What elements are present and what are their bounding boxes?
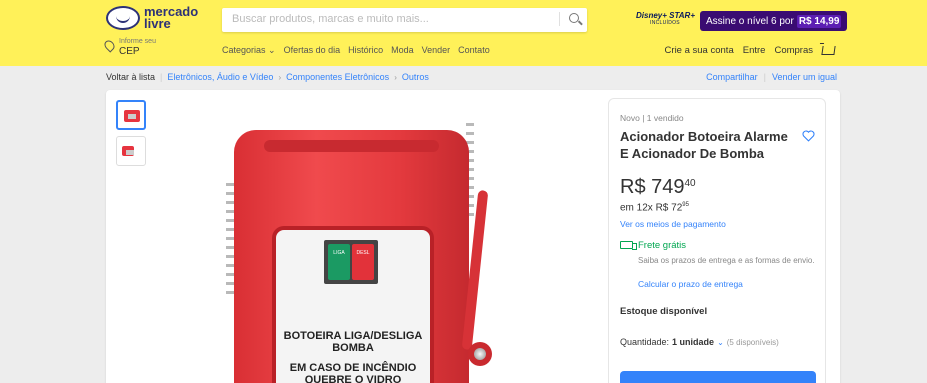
purchases-link[interactable]: Compras bbox=[774, 45, 813, 56]
promo-text: Assine o nível 6 por bbox=[706, 15, 794, 27]
logo-line2: livre bbox=[144, 16, 171, 31]
gallery-thumbnail[interactable] bbox=[116, 100, 146, 130]
price-cents: 40 bbox=[684, 178, 696, 189]
nav-contact[interactable]: Contato bbox=[458, 45, 490, 56]
quantity-label: Quantidade: bbox=[620, 337, 670, 347]
desl-button: DESL bbox=[352, 244, 374, 280]
liga-button: LIGA bbox=[328, 244, 350, 280]
search-input[interactable] bbox=[232, 13, 552, 25]
header: mercado livre Disney+ STAR+ INCLUÍDOS As… bbox=[0, 0, 927, 66]
breadcrumb-item[interactable]: Outros bbox=[402, 72, 429, 82]
quantity-available: (5 disponíveis) bbox=[726, 337, 779, 347]
shipping-description: Saiba os prazos de entrega e as formas d… bbox=[638, 256, 815, 265]
search-bar bbox=[222, 8, 587, 32]
installments: em 12x R$ 7295 bbox=[620, 202, 689, 213]
location-hint: Informe seu bbox=[119, 38, 156, 45]
product-main-image[interactable]: LIGA DESL BOTOEIRA LIGA/DESLIGA BOMBA EM… bbox=[226, 120, 516, 383]
truck-icon bbox=[620, 241, 637, 250]
label-line: EM CASO DE INCÊNDIO bbox=[289, 362, 417, 374]
disney-star-logo: Disney+ STAR+ bbox=[636, 11, 695, 20]
condition-sold: Novo | 1 vendido bbox=[620, 113, 684, 123]
free-shipping-label: Frete grátis bbox=[638, 240, 687, 251]
handshake-icon bbox=[106, 6, 140, 30]
mercado-livre-logo[interactable]: mercado livre bbox=[106, 5, 198, 31]
location-selector[interactable]: Informe seu CEP bbox=[102, 38, 156, 57]
search-icon[interactable] bbox=[569, 13, 579, 23]
chain-left bbox=[226, 180, 234, 300]
label-line: QUEBRE O VIDRO bbox=[304, 374, 402, 383]
heart-icon[interactable] bbox=[802, 130, 815, 142]
location-pin-icon bbox=[102, 38, 117, 53]
quantity-value: 1 unidade bbox=[672, 337, 715, 347]
buy-box: Novo | 1 vendido Acionador Botoeira Alar… bbox=[608, 98, 826, 383]
cart-icon[interactable] bbox=[821, 46, 836, 55]
chevron-right-icon: › bbox=[278, 72, 282, 82]
label-line: BOTOEIRA LIGA/DESLIGA bbox=[283, 330, 423, 342]
nav-categories[interactable]: Categorias ⌄ bbox=[222, 45, 276, 56]
chevron-down-icon: ⌄ bbox=[717, 337, 724, 347]
sell-same-link[interactable]: Vender um igual bbox=[772, 72, 837, 82]
gallery-thumbnail[interactable] bbox=[116, 136, 146, 166]
location-cep: CEP bbox=[119, 46, 140, 57]
nav-history[interactable]: Histórico bbox=[348, 45, 383, 56]
nav-fashion[interactable]: Moda bbox=[391, 45, 414, 56]
search-divider bbox=[559, 12, 560, 26]
share-links: Compartilhar | Vender um igual bbox=[706, 72, 837, 82]
payment-methods-link[interactable]: Ver os meios de pagamento bbox=[620, 219, 726, 229]
calculate-delivery-link[interactable]: Calcular o prazo de entrega bbox=[638, 279, 743, 289]
breadcrumb-divider: | bbox=[160, 72, 163, 82]
create-account-link[interactable]: Crie a sua conta bbox=[665, 45, 734, 56]
nav-sell[interactable]: Vender bbox=[422, 45, 451, 56]
alarm-box: LIGA DESL BOTOEIRA LIGA/DESLIGA BOMBA EM… bbox=[234, 130, 469, 383]
product-thumbnail-image bbox=[122, 146, 134, 156]
disney-star-badge[interactable]: Disney+ STAR+ INCLUÍDOS bbox=[636, 11, 698, 31]
box-top-edge bbox=[264, 140, 439, 152]
alarm-window: LIGA DESL BOTOEIRA LIGA/DESLIGA BOMBA EM… bbox=[272, 226, 434, 383]
alarm-knob bbox=[468, 342, 492, 366]
nav-deals[interactable]: Ofertas do dia bbox=[284, 45, 341, 56]
share-divider: | bbox=[763, 72, 766, 82]
product-thumbnail-image bbox=[124, 110, 140, 122]
product-price: R$ 74940 bbox=[620, 176, 696, 199]
product-title: Acionador Botoeira Alarme E Acionador De… bbox=[620, 129, 788, 161]
login-link[interactable]: Entre bbox=[743, 45, 766, 56]
main-nav: Categorias ⌄ Ofertas do dia Histórico Mo… bbox=[222, 45, 490, 56]
user-nav: Crie a sua conta Entre Compras bbox=[665, 45, 836, 56]
breadcrumb-item[interactable]: Eletrônicos, Áudio e Vídeo bbox=[167, 72, 273, 82]
promo-price: R$ 14,99 bbox=[796, 14, 842, 28]
installment-text: em 12x R$ 72 bbox=[620, 202, 683, 214]
disney-included-label: INCLUÍDOS bbox=[650, 20, 680, 26]
product-card: LIGA DESL BOTOEIRA LIGA/DESLIGA BOMBA EM… bbox=[106, 90, 840, 383]
buy-now-button[interactable] bbox=[620, 371, 816, 383]
installment-cents: 95 bbox=[682, 202, 689, 208]
stock-status: Estoque disponível bbox=[620, 306, 708, 317]
breadcrumb: Voltar à lista | Eletrônicos, Áudio e Ví… bbox=[106, 72, 429, 82]
label-line: BOMBA bbox=[332, 342, 374, 354]
subscription-promo-button[interactable]: Assine o nível 6 por R$ 14,99 bbox=[700, 11, 848, 31]
breadcrumb-item[interactable]: Componentes Eletrônicos bbox=[286, 72, 389, 82]
quantity-selector[interactable]: Quantidade: 1 unidade ⌄ (5 disponíveis) bbox=[620, 337, 779, 347]
share-link[interactable]: Compartilhar bbox=[706, 72, 758, 82]
chevron-right-icon: › bbox=[394, 72, 397, 82]
price-main: R$ 749 bbox=[620, 176, 685, 198]
back-to-list-link[interactable]: Voltar à lista bbox=[106, 72, 155, 82]
